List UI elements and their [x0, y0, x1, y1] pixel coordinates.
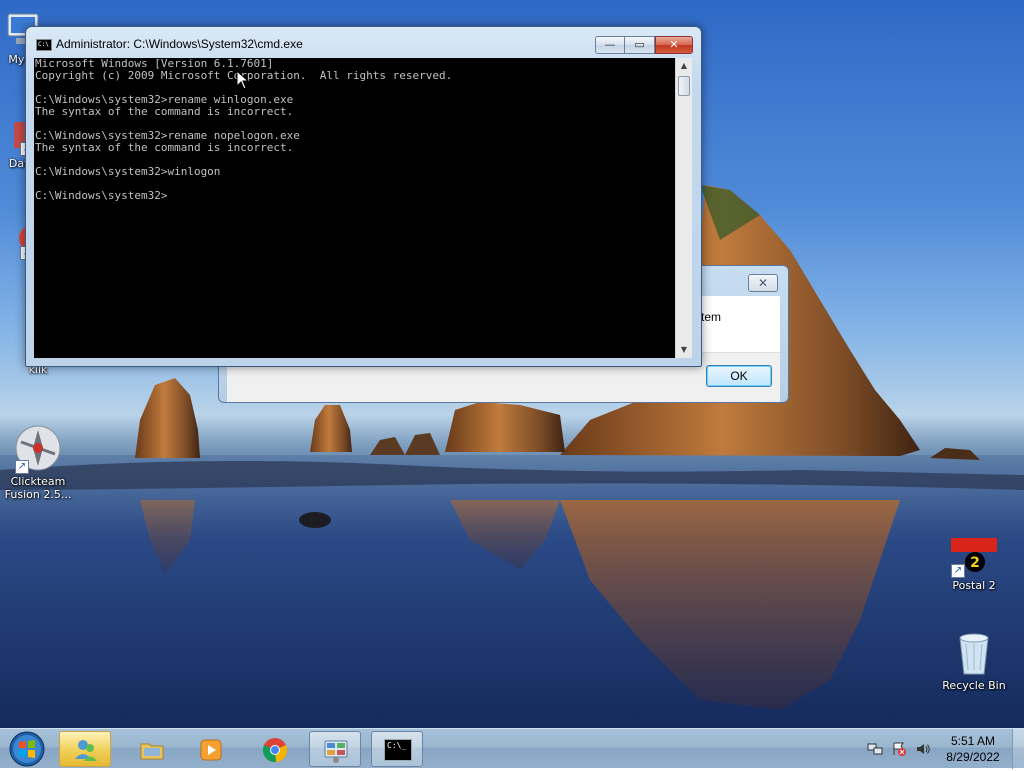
windows-start-orb-icon	[9, 731, 45, 767]
media-player-icon	[200, 739, 222, 761]
desktop-icon-recycle-bin[interactable]: Recycle Bin	[936, 630, 1012, 692]
cmd-icon-text: C:\_	[387, 741, 407, 750]
close-icon: ✕	[757, 276, 769, 290]
clock-time[interactable]: 5:51 AM	[930, 734, 1016, 748]
svg-text:2: 2	[970, 555, 980, 571]
volume-icon[interactable]	[915, 741, 931, 757]
maximize-button[interactable]: ▭	[625, 36, 655, 54]
vertical-scrollbar[interactable]: ▲ ▼	[675, 58, 692, 358]
clock-date[interactable]: 8/29/2022	[930, 750, 1016, 764]
scroll-down-arrow-icon[interactable]: ▼	[676, 342, 692, 358]
cmd-window: C:\ Administrator: C:\Windows\System32\c…	[25, 26, 702, 367]
close-icon: ✕	[669, 38, 679, 51]
maximize-icon: ▭	[634, 38, 645, 51]
scroll-up-arrow-icon[interactable]: ▲	[676, 58, 692, 74]
dialog-message: tem	[701, 310, 722, 324]
shortcut-arrow-icon: ↗	[951, 564, 965, 578]
chrome-icon	[262, 738, 288, 763]
show-desktop-button[interactable]	[1012, 729, 1024, 769]
taskbar: C:\_ 5:51 AM 8/29/2022	[0, 728, 1024, 769]
window-title: Administrator: C:\Windows\System32\cmd.e…	[56, 37, 303, 51]
taskbar-cmd-button[interactable]: C:\_	[371, 731, 423, 767]
taskbar-control-panel-button[interactable]	[309, 731, 361, 767]
cmd-app-icon[interactable]: C:\	[36, 39, 52, 51]
console-line: The syntax of the command is incorrect.	[35, 105, 294, 118]
desktop-icon-postal-2[interactable]: 2 ↗ Postal 2	[936, 528, 1012, 592]
icon-label: Recycle Bin	[942, 679, 1006, 692]
minimize-icon: —	[604, 38, 616, 51]
close-button[interactable]: ✕	[655, 36, 693, 54]
icon-label: Postal 2	[952, 579, 996, 592]
action-center-icon[interactable]	[891, 741, 907, 757]
postal-2-icon: 2 ↗	[949, 528, 999, 578]
console-line: Copyright (c) 2009 Microsoft Corporation…	[35, 69, 453, 82]
taskbar-explorer-button[interactable]	[125, 731, 177, 767]
minimize-button[interactable]: —	[595, 36, 625, 54]
taskbar-media-player-button[interactable]	[184, 731, 236, 767]
start-button[interactable]	[4, 730, 50, 768]
scroll-thumb[interactable]	[678, 76, 690, 96]
taskbar-chrome-button[interactable]	[248, 731, 300, 767]
icon-label: Fusion 2.5...	[4, 488, 72, 501]
mouse-cursor-icon	[236, 70, 250, 90]
folder-icon	[140, 743, 164, 760]
clickteam-fusion-icon: ↗	[13, 424, 63, 474]
dialog-close-button[interactable]: ✕	[748, 274, 778, 292]
shortcut-arrow-icon: ↗	[15, 460, 29, 474]
console-prompt[interactable]: C:\Windows\system32>	[34, 190, 675, 202]
users-icon	[75, 740, 97, 761]
recycle-bin-icon	[954, 630, 994, 676]
console-line: The syntax of the command is incorrect.	[35, 141, 294, 154]
cmd-icon: C:\_	[384, 739, 412, 761]
desktop-icon-clickteam[interactable]: ↗ Clickteam Fusion 2.5...	[0, 424, 76, 501]
console-output[interactable]: Microsoft Windows [Version 6.1.7601] Cop…	[34, 58, 675, 358]
taskbar-users-button[interactable]	[59, 731, 111, 767]
console-line: C:\Windows\system32>winlogon	[35, 165, 221, 178]
icon-label: Clickteam	[10, 475, 66, 488]
network-icon[interactable]	[867, 741, 883, 757]
control-panel-icon	[324, 740, 348, 763]
ok-button[interactable]: OK	[706, 365, 772, 387]
